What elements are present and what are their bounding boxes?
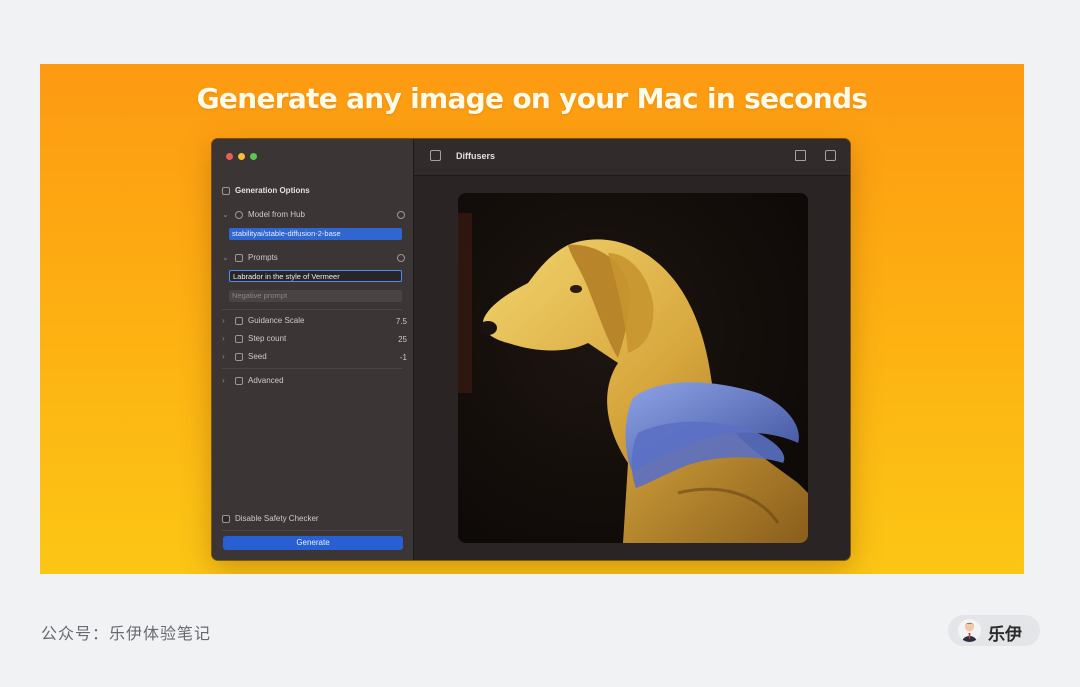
account-caption: 公众号：乐伊体验笔记 <box>41 624 212 643</box>
seed-row[interactable]: › Seed <box>222 352 267 361</box>
safety-checkbox[interactable] <box>222 514 230 523</box>
model-value: stabilityai/stable-diffusion-2-base <box>232 229 341 238</box>
section-title: Generation Options <box>235 186 310 195</box>
minimize-button[interactable] <box>238 153 245 160</box>
seed-label: Seed <box>248 352 267 361</box>
share-icon[interactable] <box>795 150 806 161</box>
advanced-label: Advanced <box>248 376 284 385</box>
guidance-value: 7.5 <box>395 317 407 326</box>
step-row[interactable]: › Step count <box>222 334 286 343</box>
model-select[interactable]: stabilityai/stable-diffusion-2-base <box>229 228 402 240</box>
generated-image <box>458 193 808 543</box>
chevron-right-icon[interactable]: › <box>222 316 230 325</box>
window-controls <box>226 153 257 160</box>
author-badge[interactable]: 乐伊 <box>948 615 1040 646</box>
window-icon <box>235 376 243 385</box>
safety-checker-row[interactable]: Disable Safety Checker <box>222 514 319 523</box>
sidebar: Generation Options ⌄ Model from Hub stab… <box>212 139 414 560</box>
text-icon <box>235 253 243 262</box>
close-button[interactable] <box>226 153 233 160</box>
divider <box>222 309 402 310</box>
negative-prompt-input[interactable]: Negative prompt <box>229 290 402 302</box>
seed-value: -1 <box>399 353 407 362</box>
chevron-down-icon[interactable]: ⌄ <box>222 253 230 262</box>
model-label: Model from Hub <box>248 210 305 219</box>
divider <box>222 530 402 531</box>
guidance-row[interactable]: › Guidance Scale <box>222 316 304 325</box>
prompts-disclosure[interactable]: ⌄ Prompts <box>222 253 278 262</box>
prompt-value: Labrador in the style of Vermeer <box>233 272 340 281</box>
seed-icon <box>235 352 243 361</box>
step-label: Step count <box>248 334 287 343</box>
chevron-right-icon[interactable]: › <box>222 376 230 385</box>
info-icon[interactable] <box>397 254 405 262</box>
step-value: 25 <box>398 335 407 344</box>
zoom-button[interactable] <box>250 153 257 160</box>
window-title: Diffusers <box>456 151 496 161</box>
sidebar-toggle-icon[interactable] <box>430 150 441 161</box>
divider <box>222 368 402 369</box>
chevron-down-icon[interactable]: ⌄ <box>222 210 230 219</box>
prompts-label: Prompts <box>248 253 278 262</box>
advanced-row[interactable]: › Advanced <box>222 376 284 385</box>
model-disclosure[interactable]: ⌄ Model from Hub <box>222 210 305 219</box>
labrador-painting <box>458 193 808 543</box>
save-icon[interactable] <box>825 150 836 161</box>
headline: Generate any image on your Mac in second… <box>196 82 868 115</box>
promo-banner: Generate any image on your Mac in second… <box>40 64 1024 574</box>
generate-button[interactable]: Generate <box>223 536 403 550</box>
globe-icon <box>235 210 243 219</box>
guidance-label: Guidance Scale <box>248 316 305 325</box>
info-icon[interactable] <box>397 211 405 219</box>
avatar-illustration <box>962 622 977 642</box>
safety-label: Disable Safety Checker <box>235 514 319 523</box>
toolbar: Diffusers <box>414 139 850 176</box>
sliders-icon <box>222 186 230 195</box>
prompt-input[interactable]: Labrador in the style of Vermeer <box>229 270 402 282</box>
stack-icon <box>235 334 243 343</box>
avatar <box>958 619 981 642</box>
section-header: Generation Options <box>222 186 310 195</box>
scale-icon <box>235 316 243 325</box>
badge-name: 乐伊 <box>988 625 1022 645</box>
negative-placeholder: Negative prompt <box>232 291 288 300</box>
chevron-right-icon[interactable]: › <box>222 334 230 343</box>
chevron-right-icon[interactable]: › <box>222 352 230 361</box>
app-window: Generation Options ⌄ Model from Hub stab… <box>212 139 850 560</box>
